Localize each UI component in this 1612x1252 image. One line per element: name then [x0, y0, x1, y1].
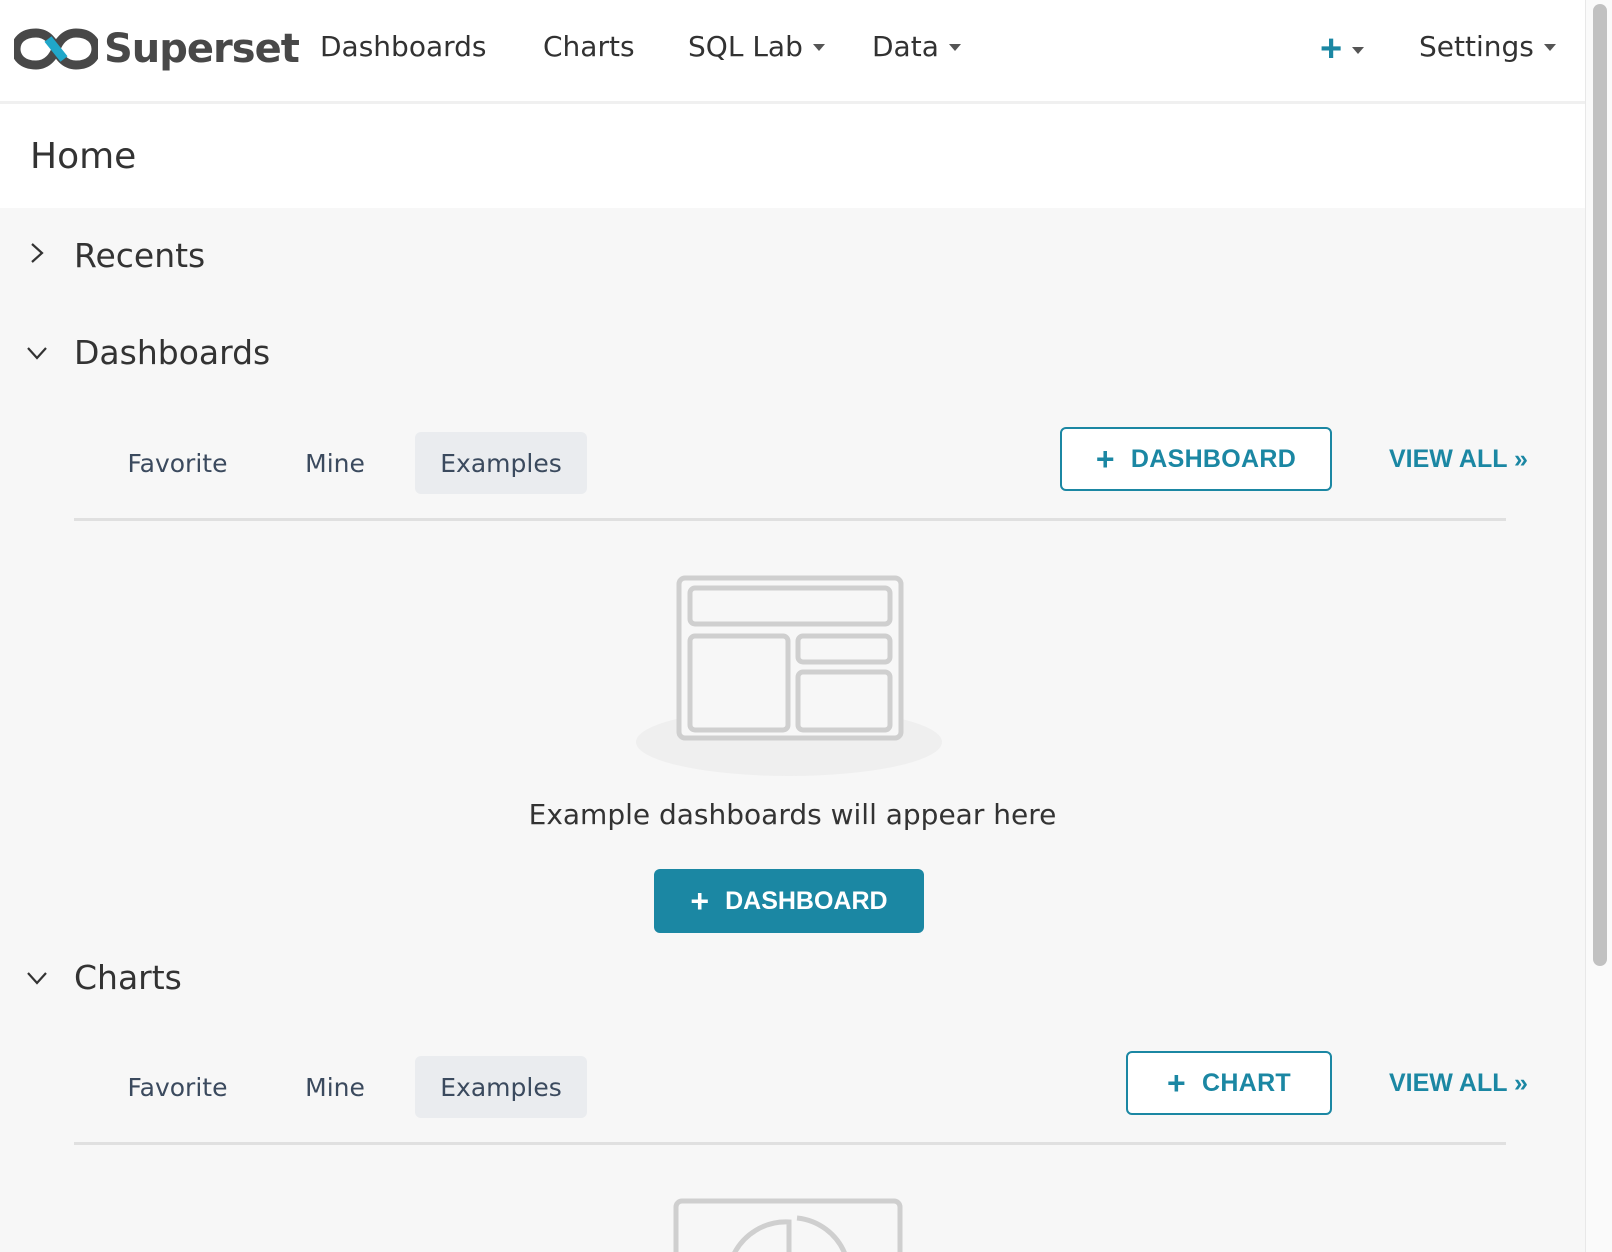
tab-label: Mine — [305, 1072, 365, 1102]
charts-tab-favorite[interactable]: Favorite — [105, 1056, 250, 1118]
brand-name: Superset — [104, 26, 300, 72]
tabs-divider — [74, 518, 1506, 521]
chevron-down-icon — [26, 342, 48, 364]
dashboards-toggle[interactable] — [26, 342, 48, 364]
charts-view-all-link[interactable]: VIEW ALL » — [1389, 1069, 1528, 1098]
plus-icon: + — [1167, 1065, 1186, 1101]
plus-icon: + — [1320, 28, 1343, 70]
infinity-logo-icon — [14, 28, 98, 70]
charts-tab-examples[interactable]: Examples — [415, 1056, 587, 1118]
plus-icon: + — [1095, 441, 1115, 477]
dashboards-tab-mine[interactable]: Mine — [285, 432, 385, 494]
home-header: Home — [0, 104, 1585, 208]
empty-dashboard-illustration-icon — [636, 575, 942, 776]
plus-icon: + — [690, 883, 710, 919]
new-item-menu[interactable]: + — [1320, 28, 1365, 70]
nav-sql-lab-label: SQL Lab — [688, 30, 803, 63]
add-chart-button[interactable]: + CHART — [1126, 1051, 1332, 1115]
dashboards-tab-favorite[interactable]: Favorite — [105, 432, 250, 494]
tab-label: Mine — [305, 448, 365, 478]
chevron-down-icon — [26, 967, 48, 989]
chevron-down-icon — [1352, 46, 1365, 54]
empty-chart-illustration-icon — [673, 1198, 903, 1252]
tab-label: Favorite — [127, 448, 228, 478]
create-dashboard-button[interactable]: + DASHBOARD — [654, 869, 924, 933]
top-navbar: Superset Dashboards Charts SQL Lab Data … — [0, 0, 1585, 104]
dashboards-tab-examples[interactable]: Examples — [415, 432, 587, 494]
nav-settings-label: Settings — [1419, 30, 1534, 63]
page-scrollbar[interactable] — [1585, 0, 1612, 1252]
create-dashboard-label: DASHBOARD — [725, 886, 888, 915]
chevron-down-icon — [948, 44, 961, 51]
nav-sql-lab[interactable]: SQL Lab — [688, 30, 825, 63]
dashboards-section-title[interactable]: Dashboards — [74, 333, 270, 372]
superset-app: Superset Dashboards Charts SQL Lab Data … — [0, 0, 1612, 1252]
nav-charts[interactable]: Charts — [543, 30, 635, 63]
page-title: Home — [30, 136, 137, 177]
nav-settings[interactable]: Settings — [1419, 30, 1556, 63]
chevron-down-icon — [1543, 44, 1556, 51]
nav-data[interactable]: Data — [872, 30, 961, 63]
add-chart-label: CHART — [1202, 1068, 1291, 1097]
add-dashboard-label: DASHBOARD — [1130, 444, 1297, 473]
charts-toggle[interactable] — [26, 967, 48, 989]
empty-dashboards-message: Example dashboards will appear here — [528, 798, 1057, 831]
nav-charts-label: Charts — [543, 30, 635, 63]
chevron-right-icon — [26, 242, 48, 264]
tabs-divider — [74, 1142, 1506, 1145]
recents-title[interactable]: Recents — [74, 236, 205, 275]
tab-label: Favorite — [127, 1072, 228, 1102]
recents-toggle[interactable] — [26, 242, 48, 264]
main-area: Superset Dashboards Charts SQL Lab Data … — [0, 0, 1585, 1252]
tab-label: Examples — [440, 448, 562, 478]
scrollbar-thumb[interactable] — [1593, 4, 1607, 966]
add-dashboard-button[interactable]: + DASHBOARD — [1060, 427, 1332, 491]
nav-dashboards-label: Dashboards — [320, 30, 487, 63]
charts-section-title[interactable]: Charts — [74, 958, 182, 997]
charts-tab-mine[interactable]: Mine — [285, 1056, 385, 1118]
nav-dashboards[interactable]: Dashboards — [320, 30, 487, 63]
dashboards-view-all-link[interactable]: VIEW ALL » — [1389, 445, 1528, 474]
nav-data-label: Data — [872, 30, 939, 63]
tab-label: Examples — [440, 1072, 562, 1102]
superset-logo[interactable]: Superset — [14, 24, 300, 74]
chevron-down-icon — [812, 44, 825, 51]
